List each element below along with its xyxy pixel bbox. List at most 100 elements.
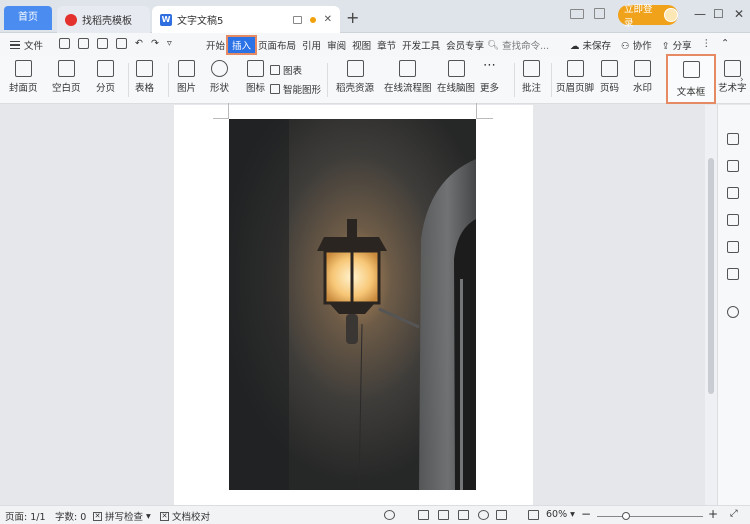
tab-page-layout[interactable]: 页面布局 bbox=[255, 38, 299, 53]
tab-label: 文字文稿5 bbox=[177, 16, 224, 27]
divider bbox=[514, 63, 515, 97]
close-window-icon[interactable]: ✕ bbox=[734, 7, 744, 21]
picture-button[interactable]: 图片 bbox=[177, 60, 196, 95]
undo-icon[interactable]: ↶ bbox=[135, 38, 143, 49]
flowchart-button[interactable]: 在线流程图 bbox=[384, 60, 432, 95]
close-tab-icon[interactable]: ✕ bbox=[324, 14, 332, 25]
page-indicator[interactable]: 页面: 1/1 bbox=[5, 509, 46, 523]
blank-page-button[interactable]: 空白页 bbox=[52, 60, 81, 95]
eye-protection-icon[interactable] bbox=[384, 510, 395, 520]
chevron-down-icon: ▾ bbox=[146, 510, 151, 522]
reading-view-icon[interactable] bbox=[458, 510, 469, 520]
login-label: 立即登录 bbox=[624, 4, 653, 29]
cover-page-button[interactable]: 封面页 bbox=[9, 60, 38, 95]
icons-library-icon bbox=[247, 60, 264, 77]
tab-insert[interactable]: 插入 bbox=[226, 35, 258, 55]
web-view-icon[interactable] bbox=[478, 510, 489, 520]
comment-button[interactable]: 批注 bbox=[522, 60, 541, 95]
share-button[interactable]: ⇪ 分享 bbox=[662, 38, 692, 52]
header-footer-button[interactable]: 页眉页脚 bbox=[556, 60, 594, 95]
image-edit-icon[interactable] bbox=[727, 268, 739, 280]
new-tab-button[interactable]: + bbox=[346, 8, 359, 27]
margin-mark bbox=[476, 103, 477, 119]
tab-view[interactable]: 视图 bbox=[349, 38, 374, 53]
shape-button[interactable]: 形状 bbox=[210, 60, 229, 95]
unsaved-status[interactable]: ☁︎ 未保存 bbox=[570, 38, 611, 52]
zoom-level[interactable]: 60% ▾ bbox=[546, 509, 575, 520]
status-bar: 页面: 1/1 字数: 0 ✕ 拼写检查 ▾ ✕ 文档校对 60% ▾ − + … bbox=[0, 505, 750, 524]
tab-member[interactable]: 会员专享 bbox=[443, 38, 487, 53]
more-button[interactable]: ⋯ 更多 bbox=[480, 59, 499, 95]
page-number-button[interactable]: 页码 bbox=[600, 60, 619, 95]
zoom-slider-handle[interactable] bbox=[622, 512, 630, 520]
maximize-icon[interactable]: ☐ bbox=[713, 7, 724, 21]
more-options-icon[interactable]: ⋮ bbox=[702, 38, 712, 52]
page-break-button[interactable]: 分页 bbox=[96, 60, 115, 95]
spell-check-button[interactable]: ✕ 拼写检查 ▾ bbox=[93, 509, 151, 523]
divider bbox=[551, 63, 552, 97]
write-view-icon[interactable] bbox=[496, 510, 507, 520]
rocket-icon[interactable] bbox=[727, 306, 739, 318]
smart-art-button[interactable]: 智能图形 bbox=[270, 82, 321, 96]
watermark-icon bbox=[634, 60, 651, 77]
scroll-thumb[interactable] bbox=[708, 158, 714, 394]
divider bbox=[168, 63, 169, 97]
chart-button[interactable]: 图表 bbox=[270, 63, 302, 77]
command-search[interactable]: 🔍︎ 查找命令... bbox=[487, 38, 549, 53]
chart-icon bbox=[270, 65, 280, 75]
icon-button[interactable]: 图标 bbox=[246, 60, 265, 95]
tab-docer-templates[interactable]: 找稻壳模板 bbox=[57, 6, 150, 33]
layout-icon[interactable] bbox=[570, 8, 584, 19]
menu-bar: 文件 ↶ ↷ ▿ 开始 插入 页面布局 引用 审阅 视图 章节 开发工具 会员专… bbox=[0, 33, 750, 57]
doc-proof-button[interactable]: ✕ 文档校对 bbox=[160, 509, 210, 523]
mindmap-button[interactable]: 在线脑图 bbox=[437, 60, 475, 95]
tab-references[interactable]: 引用 bbox=[299, 38, 324, 53]
select-cursor-icon[interactable] bbox=[727, 160, 739, 172]
print-icon[interactable] bbox=[97, 38, 108, 49]
inserted-picture[interactable] bbox=[229, 119, 476, 490]
print-preview-icon[interactable] bbox=[116, 38, 127, 49]
textbox-button[interactable]: 文本框 bbox=[666, 54, 716, 104]
smart-art-icon bbox=[270, 84, 280, 94]
word-count[interactable]: 字数: 0 bbox=[55, 509, 86, 523]
page-view-icon[interactable] bbox=[418, 510, 429, 520]
save-icon[interactable] bbox=[59, 38, 70, 49]
login-button[interactable]: 立即登录 bbox=[618, 4, 678, 29]
outline-view-icon[interactable] bbox=[438, 510, 449, 520]
tab-home[interactable]: 开始 bbox=[203, 38, 228, 53]
zoom-slider[interactable] bbox=[597, 516, 703, 517]
page-break-icon bbox=[97, 60, 114, 77]
edit-pen-icon[interactable] bbox=[727, 133, 739, 145]
zoom-in-button[interactable]: + bbox=[708, 507, 718, 521]
blank-page-icon bbox=[57, 60, 75, 77]
docer-resources-button[interactable]: 稻壳资源 bbox=[336, 60, 374, 95]
mindmap-icon bbox=[447, 60, 465, 77]
skin-icon[interactable] bbox=[594, 8, 605, 19]
customize-icon[interactable]: ▿ bbox=[167, 38, 172, 49]
redo-icon[interactable]: ↷ bbox=[151, 38, 159, 49]
minimize-icon[interactable]: — bbox=[694, 7, 706, 21]
tab-document[interactable]: W 文字文稿5 ✕ bbox=[152, 6, 340, 33]
picture-tools-icon[interactable] bbox=[727, 214, 739, 226]
collab-button[interactable]: ⚇ 协作 bbox=[621, 38, 652, 52]
adjust-sliders-icon[interactable] bbox=[727, 187, 739, 199]
home-tab[interactable]: 首页 bbox=[4, 6, 52, 30]
tab-developer[interactable]: 开发工具 bbox=[399, 38, 443, 53]
chevron-down-icon: ▾ bbox=[570, 509, 575, 520]
tab-review[interactable]: 审阅 bbox=[324, 38, 349, 53]
flowchart-icon bbox=[399, 60, 417, 77]
watermark-button[interactable]: 水印 bbox=[633, 60, 652, 95]
export-pdf-icon[interactable] bbox=[78, 38, 89, 49]
collapse-ribbon-icon[interactable]: ⌃ bbox=[721, 38, 729, 52]
table-button[interactable]: 表格 bbox=[135, 60, 154, 95]
ribbon-tabs: 开始 插入 页面布局 引用 审阅 视图 章节 开发工具 会员专享 bbox=[203, 35, 487, 55]
file-menu[interactable]: 文件 bbox=[10, 38, 43, 52]
fit-page-icon[interactable] bbox=[528, 510, 539, 520]
float-window-icon[interactable] bbox=[292, 15, 302, 24]
tab-section[interactable]: 章节 bbox=[374, 38, 399, 53]
compass-icon[interactable] bbox=[727, 241, 739, 253]
ribbon-scroll-right-icon[interactable]: › bbox=[740, 75, 744, 85]
fullscreen-icon[interactable]: ⤢ bbox=[730, 508, 738, 519]
picture-icon bbox=[178, 60, 195, 77]
zoom-out-button[interactable]: − bbox=[581, 507, 591, 521]
